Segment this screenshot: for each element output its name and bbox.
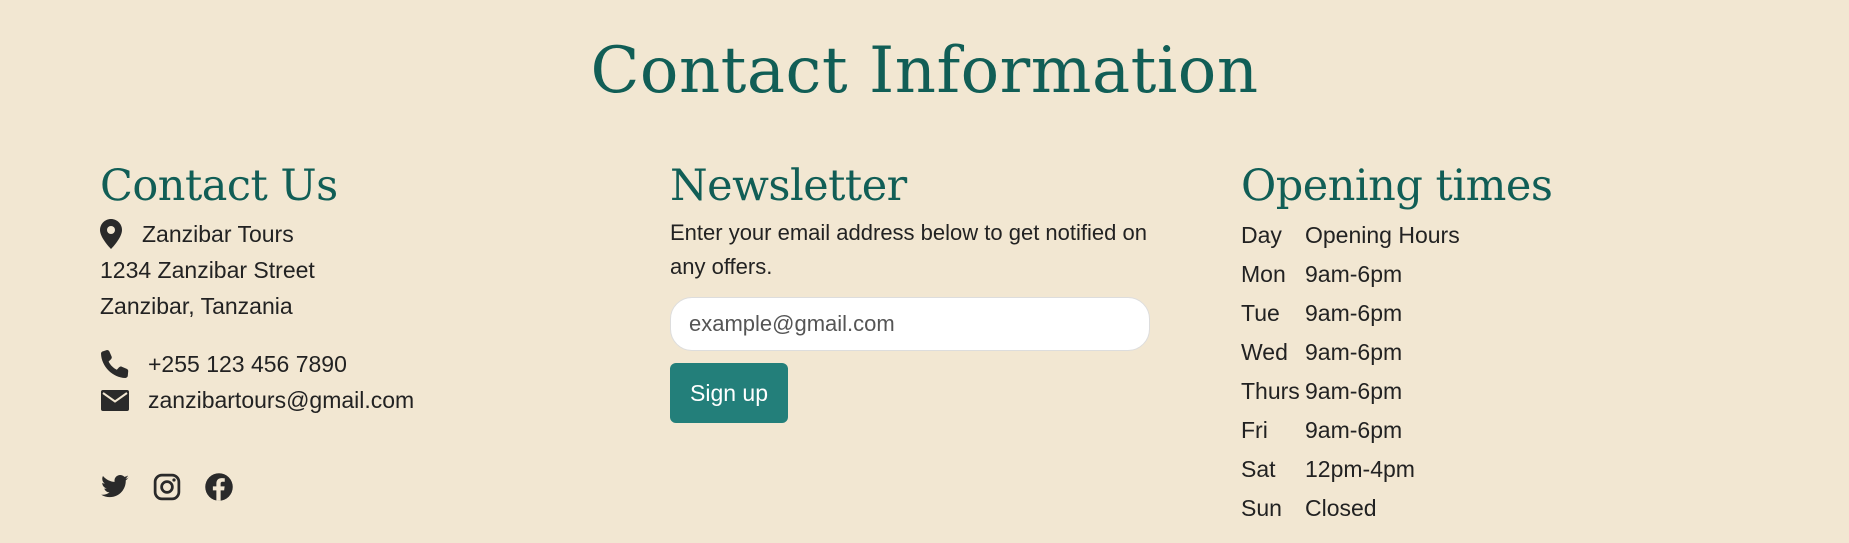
table-header-row: Day Opening Hours — [1241, 216, 1460, 255]
page-title: Contact Information — [590, 34, 1259, 108]
hours-cell: 9am-6pm — [1305, 300, 1403, 326]
newsletter-title: Newsletter — [670, 161, 907, 211]
contact-us-title: Contact Us — [100, 161, 338, 211]
newsletter-description: Enter your email address below to get no… — [670, 220, 1147, 279]
newsletter-email-input[interactable] — [670, 297, 1150, 351]
map-marker-icon — [100, 219, 122, 249]
address-line-1: Zanzibar Tours — [142, 221, 294, 247]
hours-cell: 9am-6pm — [1305, 378, 1403, 404]
day-cell: Tue — [1241, 300, 1280, 326]
email-address[interactable]: zanzibartours@gmail.com — [148, 382, 414, 418]
table-row: Thurs 9am-6pm — [1241, 372, 1460, 411]
phone-icon — [100, 349, 130, 379]
hours-cell: Closed — [1305, 495, 1377, 521]
phone-row: +255 123 456 7890 — [100, 346, 580, 382]
opening-times-section: Opening times Day Opening Hours Mon 9am-… — [1241, 158, 1721, 528]
contact-page: Contact Information Contact Us Zanzibar … — [0, 0, 1849, 543]
day-cell: Sat — [1241, 456, 1276, 482]
twitter-icon[interactable] — [100, 472, 130, 502]
day-cell: Sun — [1241, 495, 1282, 521]
hours-cell: 9am-6pm — [1305, 339, 1403, 365]
day-cell: Wed — [1241, 339, 1288, 365]
opening-times-title: Opening times — [1241, 161, 1553, 211]
opening-hours-table: Day Opening Hours Mon 9am-6pm Tue 9am-6p… — [1241, 216, 1460, 528]
hours-cell: 9am-6pm — [1305, 417, 1403, 443]
hours-cell: 9am-6pm — [1305, 261, 1403, 287]
social-links — [100, 472, 580, 502]
address-line-3: Zanzibar, Tanzania — [100, 293, 293, 319]
table-row: Sun Closed — [1241, 489, 1460, 528]
newsletter-section: Newsletter Enter your email address belo… — [670, 158, 1160, 423]
envelope-icon — [100, 385, 130, 415]
facebook-icon[interactable] — [204, 472, 234, 502]
hours-cell: 12pm-4pm — [1305, 456, 1415, 482]
signup-button[interactable]: Sign up — [670, 363, 789, 423]
instagram-icon[interactable] — [152, 472, 182, 502]
table-row: Tue 9am-6pm — [1241, 294, 1460, 333]
table-row: Mon 9am-6pm — [1241, 255, 1460, 294]
table-row: Wed 9am-6pm — [1241, 333, 1460, 372]
day-cell: Fri — [1241, 417, 1268, 443]
phone-number[interactable]: +255 123 456 7890 — [148, 346, 347, 382]
column-header-day: Day — [1241, 222, 1282, 248]
address-row: Zanzibar Tours — [100, 216, 580, 252]
day-cell: Mon — [1241, 261, 1286, 287]
column-header-hours: Opening Hours — [1305, 222, 1460, 248]
address-line-2: 1234 Zanzibar Street — [100, 257, 315, 283]
table-row: Sat 12pm-4pm — [1241, 450, 1460, 489]
contact-us-section: Contact Us Zanzibar Tours 1234 Zanzibar … — [100, 158, 580, 502]
table-row: Fri 9am-6pm — [1241, 411, 1460, 450]
email-row: zanzibartours@gmail.com — [100, 382, 580, 418]
day-cell: Thurs — [1241, 378, 1300, 404]
